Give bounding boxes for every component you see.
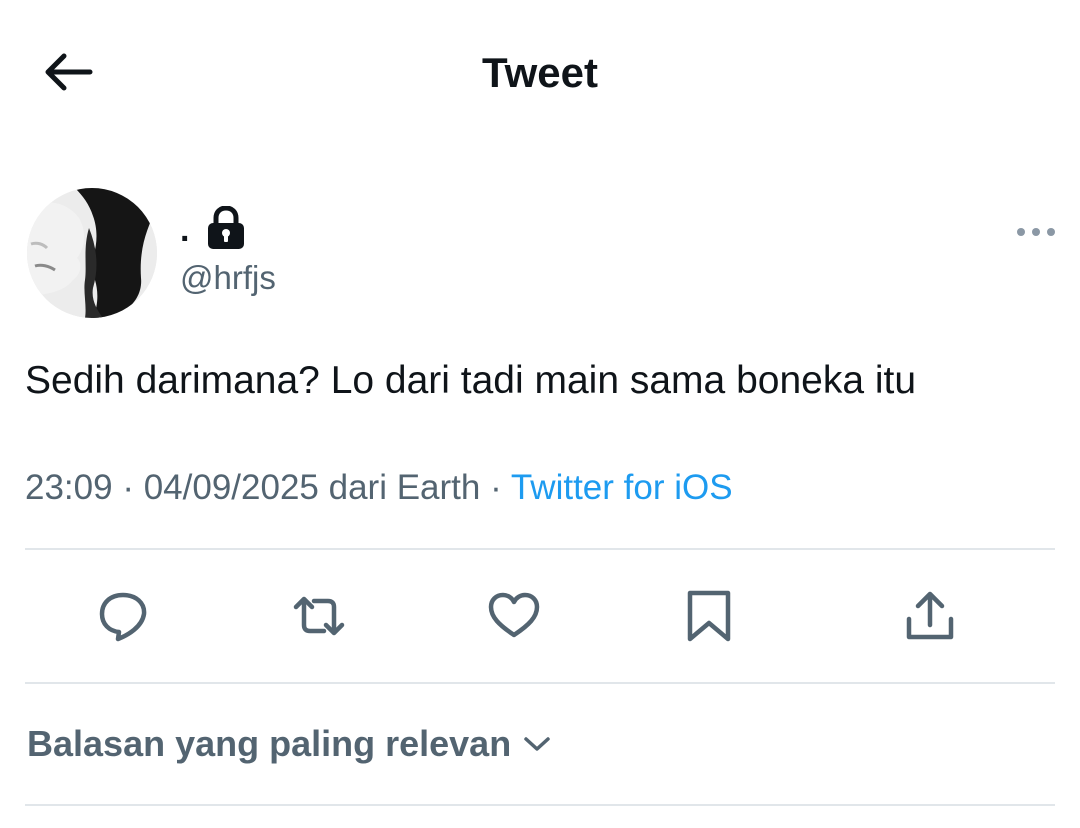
tweet-date-location[interactable]: 04/09/2025 dari Earth xyxy=(144,468,481,507)
more-options-button[interactable] xyxy=(1012,218,1060,246)
bookmark-icon xyxy=(687,590,731,642)
user-handle[interactable]: @hrfjs xyxy=(180,258,276,298)
replies-sort-dropdown[interactable]: Balasan yang paling relevan xyxy=(27,722,551,766)
meta-separator: · xyxy=(490,468,502,507)
divider xyxy=(25,548,1055,550)
back-button[interactable] xyxy=(40,48,96,96)
chevron-down-icon xyxy=(524,737,550,751)
arrow-left-icon xyxy=(45,53,93,91)
divider xyxy=(25,682,1055,684)
like-button[interactable] xyxy=(484,586,544,646)
retweet-button[interactable] xyxy=(289,586,349,646)
retweet-icon xyxy=(293,596,345,636)
meta-separator: · xyxy=(122,468,134,507)
like-icon xyxy=(488,592,540,638)
avatar-image xyxy=(27,188,157,318)
tweet-source-link[interactable]: Twitter for iOS xyxy=(511,468,733,507)
tweet-time[interactable]: 23:09 xyxy=(25,468,113,507)
lock-icon xyxy=(206,205,246,250)
reply-icon xyxy=(99,592,147,642)
display-name[interactable]: . xyxy=(180,210,189,250)
reply-button[interactable] xyxy=(93,586,153,646)
tweet-detail-screen: Tweet . @hrfjs Sedih darimana? Lo dari t… xyxy=(0,0,1080,828)
divider xyxy=(25,804,1055,806)
replies-sort-label: Balasan yang paling relevan xyxy=(27,723,512,764)
share-icon xyxy=(906,591,954,640)
avatar[interactable] xyxy=(27,188,157,318)
bookmark-button[interactable] xyxy=(679,586,739,646)
tweet-text: Sedih darimana? Lo dari tadi main sama b… xyxy=(25,359,917,402)
tweet-metadata: 23:09 · 04/09/2025 dari Earth · Twitter … xyxy=(25,466,733,510)
share-button[interactable] xyxy=(900,586,960,646)
page-title: Tweet xyxy=(482,49,598,96)
more-horizontal-icon xyxy=(1017,228,1055,236)
